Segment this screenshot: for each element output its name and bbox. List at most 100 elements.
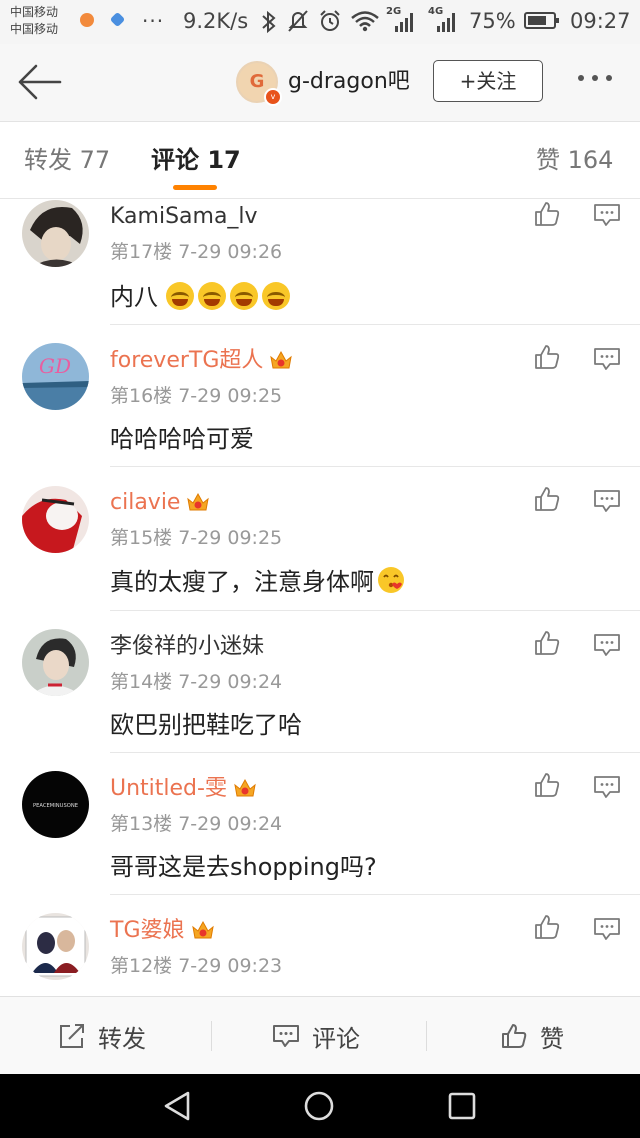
comment-meta: 第15楼 7-29 09:25 bbox=[110, 527, 283, 549]
username[interactable]: Untitled-雯 bbox=[110, 775, 257, 803]
like-icon[interactable] bbox=[533, 629, 561, 657]
laughing-emoji-icon bbox=[197, 282, 226, 310]
repost-label: 转发 bbox=[98, 1024, 146, 1053]
bluetooth-icon bbox=[262, 10, 276, 34]
system-nav-bar bbox=[0, 1074, 640, 1138]
comment-meta: 第13楼 7-29 09:24 bbox=[110, 813, 283, 835]
like-button[interactable]: 赞 bbox=[500, 997, 564, 1075]
comment-text: 欧巴别把鞋吃了哈 bbox=[110, 711, 302, 739]
kiss-face-emoji-icon bbox=[378, 567, 404, 593]
tab-comments[interactable]: 评论 17 bbox=[151, 144, 241, 176]
username-text[interactable]: cilavie bbox=[110, 490, 180, 515]
svg-text:GD: GD bbox=[39, 354, 71, 378]
reply-icon[interactable] bbox=[593, 202, 621, 228]
reply-icon[interactable] bbox=[593, 632, 621, 658]
like-icon[interactable] bbox=[533, 200, 561, 228]
comment-item: PEACEMINUSONE Untitled-雯 第13楼 7-29 09:24… bbox=[0, 753, 640, 896]
user-avatar[interactable]: PEACEMINUSONE bbox=[22, 771, 89, 838]
comment-text: 内八 bbox=[110, 281, 294, 313]
comment-list[interactable]: KamiSama_lv 第17楼 7-29 09:26 内八 GD foreve… bbox=[0, 199, 640, 995]
follow-button[interactable]: +关注 bbox=[433, 60, 543, 102]
reply-icon[interactable] bbox=[593, 916, 621, 942]
reply-icon[interactable] bbox=[593, 346, 621, 372]
user-avatar[interactable] bbox=[22, 913, 89, 980]
signal-icon-1 bbox=[395, 12, 413, 32]
tab-bar: 转发 77 评论 17 赞 164 bbox=[0, 122, 640, 199]
username[interactable]: 李俊祥的小迷妹 bbox=[110, 633, 264, 661]
username[interactable]: foreverTG超人 bbox=[110, 347, 293, 375]
bottom-action-bar: 转发 评论 赞 bbox=[0, 996, 640, 1075]
thumbs-up-icon bbox=[502, 1024, 527, 1048]
signal-icon-2 bbox=[437, 12, 455, 32]
comment-text: 真的太瘦了，注意身体啊 bbox=[110, 565, 406, 598]
username-text[interactable]: foreverTG超人 bbox=[110, 348, 263, 373]
app-notification-icon-2 bbox=[109, 11, 126, 28]
repost-icon bbox=[60, 1024, 84, 1048]
comment-meta: 第14楼 7-29 09:24 bbox=[110, 671, 283, 693]
username-text[interactable]: TG婆娘 bbox=[110, 918, 185, 943]
comment-text: 哈哈哈哈可爱 bbox=[110, 425, 254, 453]
alarm-icon bbox=[320, 10, 340, 31]
laughing-emoji-icon bbox=[261, 282, 290, 310]
comment-item: cilavie 第15楼 7-29 09:25 真的太瘦了，注意身体啊 bbox=[0, 467, 640, 611]
like-icon[interactable] bbox=[533, 485, 561, 513]
comment-body: 内八 bbox=[110, 283, 158, 311]
user-avatar[interactable] bbox=[22, 200, 89, 267]
tab-likes[interactable]: 赞 164 bbox=[536, 144, 613, 176]
wifi-icon bbox=[351, 11, 379, 32]
top-nav: G v g-dragon吧 +关注 bbox=[0, 44, 640, 122]
network-speed: 9.2K/s bbox=[183, 9, 249, 33]
like-icon[interactable] bbox=[533, 913, 561, 941]
user-avatar[interactable] bbox=[22, 486, 89, 553]
username-text[interactable]: Untitled-雯 bbox=[110, 776, 227, 801]
mute-icon bbox=[288, 10, 308, 32]
comment-label: 评论 bbox=[312, 1024, 360, 1053]
more-notifications-icon: ··· bbox=[142, 9, 165, 33]
like-label: 赞 bbox=[540, 1024, 564, 1053]
comment-body: 真的太瘦了，注意身体啊 bbox=[110, 568, 374, 596]
avatar-logo-text: PEACEMINUSONE bbox=[33, 803, 78, 809]
more-options-icon[interactable] bbox=[578, 75, 612, 81]
clock: 09:27 bbox=[570, 9, 631, 33]
recents-square-icon[interactable] bbox=[446, 1090, 478, 1122]
comment-meta: 第17楼 7-29 09:26 bbox=[110, 241, 283, 263]
comment-item: 李俊祥的小迷妹 第14楼 7-29 09:24 欧巴别把鞋吃了哈 bbox=[0, 611, 640, 754]
tab-reposts[interactable]: 转发 77 bbox=[24, 144, 110, 176]
member-crown-icon bbox=[234, 778, 256, 797]
active-tab-indicator bbox=[173, 185, 217, 190]
status-bar: 中国移动 中国移动 ··· 9.2K/s 2G 4G 75% 09:27 bbox=[0, 0, 640, 44]
laughing-emoji-icon bbox=[165, 282, 194, 310]
back-arrow-icon[interactable] bbox=[16, 62, 62, 102]
home-circle-icon[interactable] bbox=[302, 1089, 336, 1123]
member-crown-icon bbox=[187, 492, 210, 511]
action-divider bbox=[211, 1021, 212, 1051]
username[interactable]: TG婆娘 bbox=[110, 917, 215, 945]
laughing-emoji-icon bbox=[229, 282, 258, 310]
comment-meta: 第12楼 7-29 09:23 bbox=[110, 955, 283, 977]
repost-button[interactable]: 转发 bbox=[58, 997, 146, 1075]
comment-item: TG婆娘 第12楼 7-29 09:23 bbox=[0, 895, 640, 995]
comment-button[interactable]: 评论 bbox=[272, 997, 360, 1075]
like-icon[interactable] bbox=[533, 343, 561, 371]
like-icon[interactable] bbox=[533, 771, 561, 799]
comment-item: GD foreverTG超人 第16楼 7-29 09:25 哈哈哈哈可爱 bbox=[0, 325, 640, 468]
comment-meta: 第16楼 7-29 09:25 bbox=[110, 385, 283, 407]
user-avatar[interactable] bbox=[22, 629, 89, 696]
back-triangle-icon[interactable] bbox=[160, 1089, 194, 1123]
comment-item: KamiSama_lv 第17楼 7-29 09:26 内八 bbox=[0, 199, 640, 342]
page-title[interactable]: g-dragon吧 bbox=[288, 68, 410, 96]
reply-icon[interactable] bbox=[593, 488, 621, 514]
carrier-2: 中国移动 bbox=[10, 22, 59, 36]
action-divider bbox=[426, 1021, 427, 1051]
username[interactable]: cilavie bbox=[110, 489, 210, 517]
carrier-1: 中国移动 bbox=[10, 5, 59, 19]
username[interactable]: KamiSama_lv bbox=[110, 203, 258, 231]
carrier-info: 中国移动 中国移动 bbox=[10, 4, 58, 38]
user-avatar[interactable]: GD bbox=[22, 343, 89, 410]
reply-icon[interactable] bbox=[593, 774, 621, 800]
battery-icon bbox=[524, 12, 559, 29]
comment-icon bbox=[273, 1025, 299, 1047]
member-crown-icon bbox=[191, 920, 214, 939]
member-crown-icon bbox=[270, 350, 293, 369]
laugh-emoji-group bbox=[165, 282, 294, 311]
